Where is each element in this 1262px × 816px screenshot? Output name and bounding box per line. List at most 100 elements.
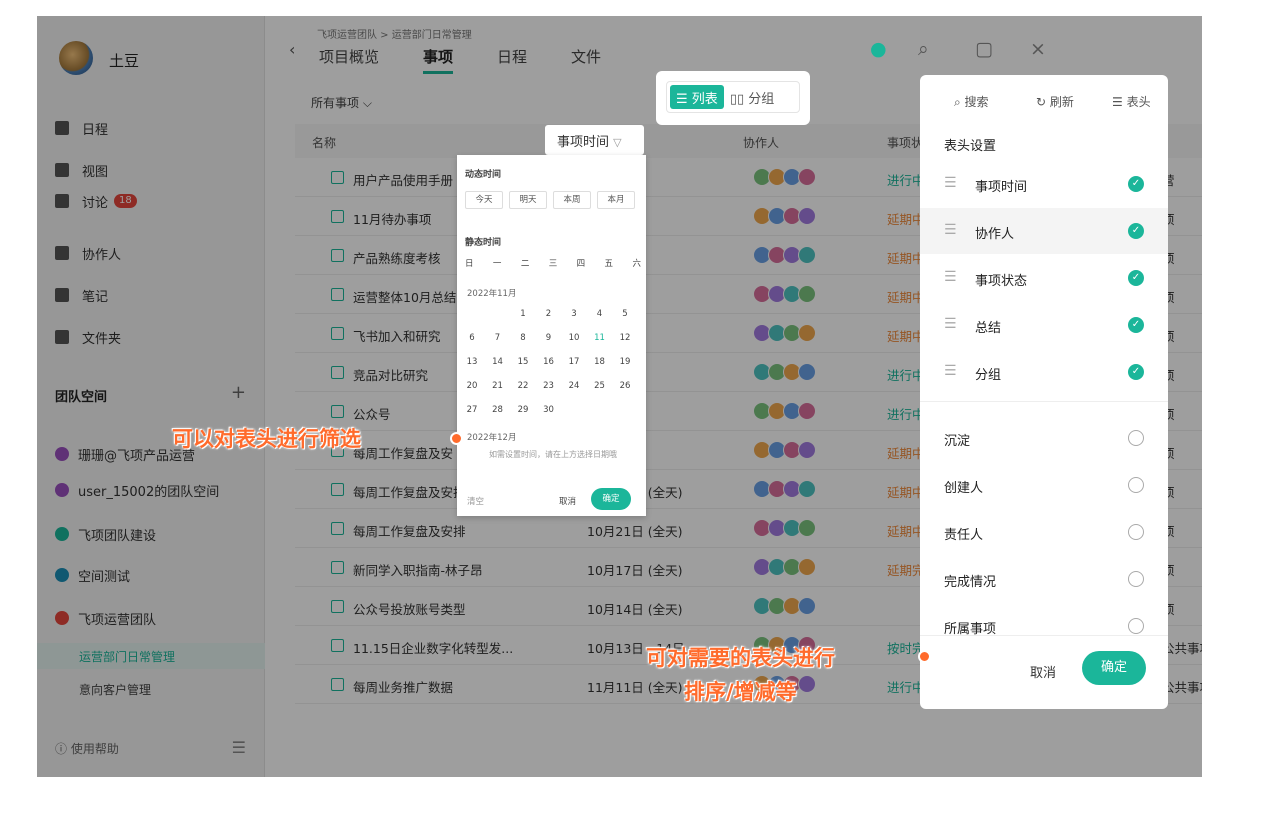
sidebar-item-notes[interactable]: 笔记 — [37, 280, 265, 310]
sidebar-item-discuss[interactable]: 讨论 18 — [37, 186, 265, 216]
calendar-day[interactable]: 6 — [465, 333, 479, 343]
calendar-day[interactable]: 13 — [465, 357, 479, 367]
calendar-day[interactable]: 12 — [618, 333, 632, 343]
collaborator-avatars[interactable] — [753, 324, 816, 342]
calendar-day[interactable]: 30 — [542, 405, 556, 415]
col-collab[interactable]: 协作人 — [743, 134, 779, 151]
column-option-unchecked[interactable]: 责任人 — [920, 509, 1168, 555]
filter-icon[interactable]: ▽ — [613, 136, 621, 149]
project-item[interactable]: 意向客户管理 — [37, 676, 265, 702]
search-icon[interactable]: ⌕ — [918, 38, 929, 60]
check-icon[interactable]: ✓ — [1128, 364, 1144, 380]
column-option-checked[interactable]: ☰ 分组 ✓ — [920, 349, 1168, 395]
add-icon[interactable]: ● — [870, 38, 887, 60]
column-option-unchecked[interactable]: 完成情况 — [920, 556, 1168, 602]
calendar-day[interactable]: 16 — [542, 357, 556, 367]
calendar-day[interactable]: 26 — [618, 381, 632, 391]
column-option-checked[interactable]: ☰ 事项时间 ✓ — [920, 161, 1168, 207]
checkbox[interactable] — [331, 405, 344, 418]
column-option-checked[interactable]: ☰ 事项状态 ✓ — [920, 255, 1168, 301]
calendar-day[interactable]: 14 — [491, 357, 505, 367]
collaborator-avatars[interactable] — [753, 168, 816, 186]
radio-icon[interactable] — [1128, 477, 1144, 493]
checkbox[interactable] — [331, 600, 344, 613]
calendar-day[interactable]: 23 — [542, 381, 556, 391]
checkbox[interactable] — [331, 210, 344, 223]
add-team-button[interactable]: + — [231, 382, 246, 403]
check-icon[interactable]: ✓ — [1128, 176, 1144, 192]
collaborator-avatars[interactable] — [753, 285, 816, 303]
team-item[interactable]: 空间测试 — [37, 557, 265, 593]
checkbox[interactable] — [331, 483, 344, 496]
calendar-day[interactable]: 11 — [593, 333, 607, 343]
collaborator-avatars[interactable] — [753, 402, 816, 420]
checkbox[interactable] — [331, 249, 344, 262]
tab-items[interactable]: 事项 — [423, 46, 454, 74]
check-icon[interactable]: ✓ — [1128, 317, 1144, 333]
header-button[interactable]: ☰ 表头 — [1112, 93, 1151, 110]
calendar-day[interactable]: 20 — [465, 381, 479, 391]
team-item[interactable]: 飞项运营团队 — [37, 600, 265, 636]
drag-handle-icon[interactable]: ☰ — [944, 222, 957, 238]
calendar-day[interactable]: 25 — [593, 381, 607, 391]
sidebar-item-schedule[interactable]: 日程 — [37, 113, 265, 143]
items-filter[interactable]: 所有事项 ⌵ — [311, 94, 372, 111]
check-icon[interactable]: ✓ — [1128, 223, 1144, 239]
sidebar-item-collaborators[interactable]: 协作人 — [37, 238, 265, 268]
collaborator-avatars[interactable] — [753, 558, 816, 576]
drag-handle-icon[interactable]: ☰ — [944, 316, 957, 332]
team-item[interactable]: user_15002的团队空间 — [37, 472, 265, 508]
collaborator-avatars[interactable] — [753, 207, 816, 225]
column-option-unchecked[interactable]: 创建人 — [920, 462, 1168, 508]
calendar-day[interactable]: 4 — [593, 309, 607, 319]
help-link[interactable]: ⓘ 使用帮助 — [55, 740, 119, 757]
sidebar-item-view[interactable]: 视图 — [37, 155, 265, 185]
radio-icon[interactable] — [1128, 430, 1144, 446]
calendar-day[interactable]: 19 — [618, 357, 632, 367]
calendar-day[interactable]: 18 — [593, 357, 607, 367]
checkbox[interactable] — [331, 327, 344, 340]
column-option-unchecked[interactable]: 所属事项 — [920, 603, 1168, 649]
drag-handle-icon[interactable]: ☰ — [944, 269, 957, 285]
calendar-day[interactable]: 1 — [516, 309, 530, 319]
confirm-button[interactable]: 确定 — [591, 488, 631, 510]
drag-handle-icon[interactable]: ☰ — [944, 363, 957, 379]
calendar-day[interactable]: 7 — [491, 333, 505, 343]
column-option-unchecked[interactable]: 沉淀 — [920, 415, 1168, 461]
calendar-day[interactable]: 28 — [491, 405, 505, 415]
check-icon[interactable]: ✓ — [1128, 270, 1144, 286]
checkbox[interactable] — [331, 561, 344, 574]
radio-icon[interactable] — [1128, 618, 1144, 634]
collaborator-avatars[interactable] — [753, 363, 816, 381]
collaborator-avatars[interactable] — [753, 597, 816, 615]
quick-month[interactable]: 本月 — [597, 191, 635, 209]
quick-tomorrow[interactable]: 明天 — [509, 191, 547, 209]
team-item[interactable]: 飞项团队建设 — [37, 516, 265, 552]
clear-button[interactable]: 清空 — [467, 495, 484, 507]
radio-icon[interactable] — [1128, 524, 1144, 540]
checkbox[interactable] — [331, 288, 344, 301]
checkbox[interactable] — [331, 639, 344, 652]
back-icon[interactable]: ‹ — [289, 40, 295, 59]
calendar-day[interactable]: 15 — [516, 357, 530, 367]
calendar-day[interactable]: 27 — [465, 405, 479, 415]
calendar-day[interactable]: 10 — [567, 333, 581, 343]
calendar-day[interactable]: 21 — [491, 381, 505, 391]
quick-today[interactable]: 今天 — [465, 191, 503, 209]
refresh-button[interactable]: ↻ 刷新 — [1036, 93, 1074, 110]
calendar-day[interactable]: 22 — [516, 381, 530, 391]
col-name[interactable]: 名称 — [312, 134, 336, 151]
calendar-day[interactable]: 2 — [542, 309, 556, 319]
chat-icon[interactable]: ▢ — [975, 38, 993, 60]
calendar-day[interactable]: 9 — [542, 333, 556, 343]
calendar-day[interactable]: 8 — [516, 333, 530, 343]
avatar[interactable] — [59, 41, 93, 75]
group-view-button[interactable]: ▯▯ 分组 — [724, 85, 780, 109]
project-item-active[interactable]: 运营部门日常管理 — [37, 643, 265, 669]
drag-handle-icon[interactable]: ☰ — [944, 175, 957, 191]
calendar-day[interactable]: 5 — [618, 309, 632, 319]
radio-icon[interactable] — [1128, 571, 1144, 587]
list-view-button[interactable]: ☰ 列表 — [670, 85, 724, 109]
checkbox[interactable] — [331, 171, 344, 184]
close-icon[interactable]: × — [1030, 38, 1046, 60]
